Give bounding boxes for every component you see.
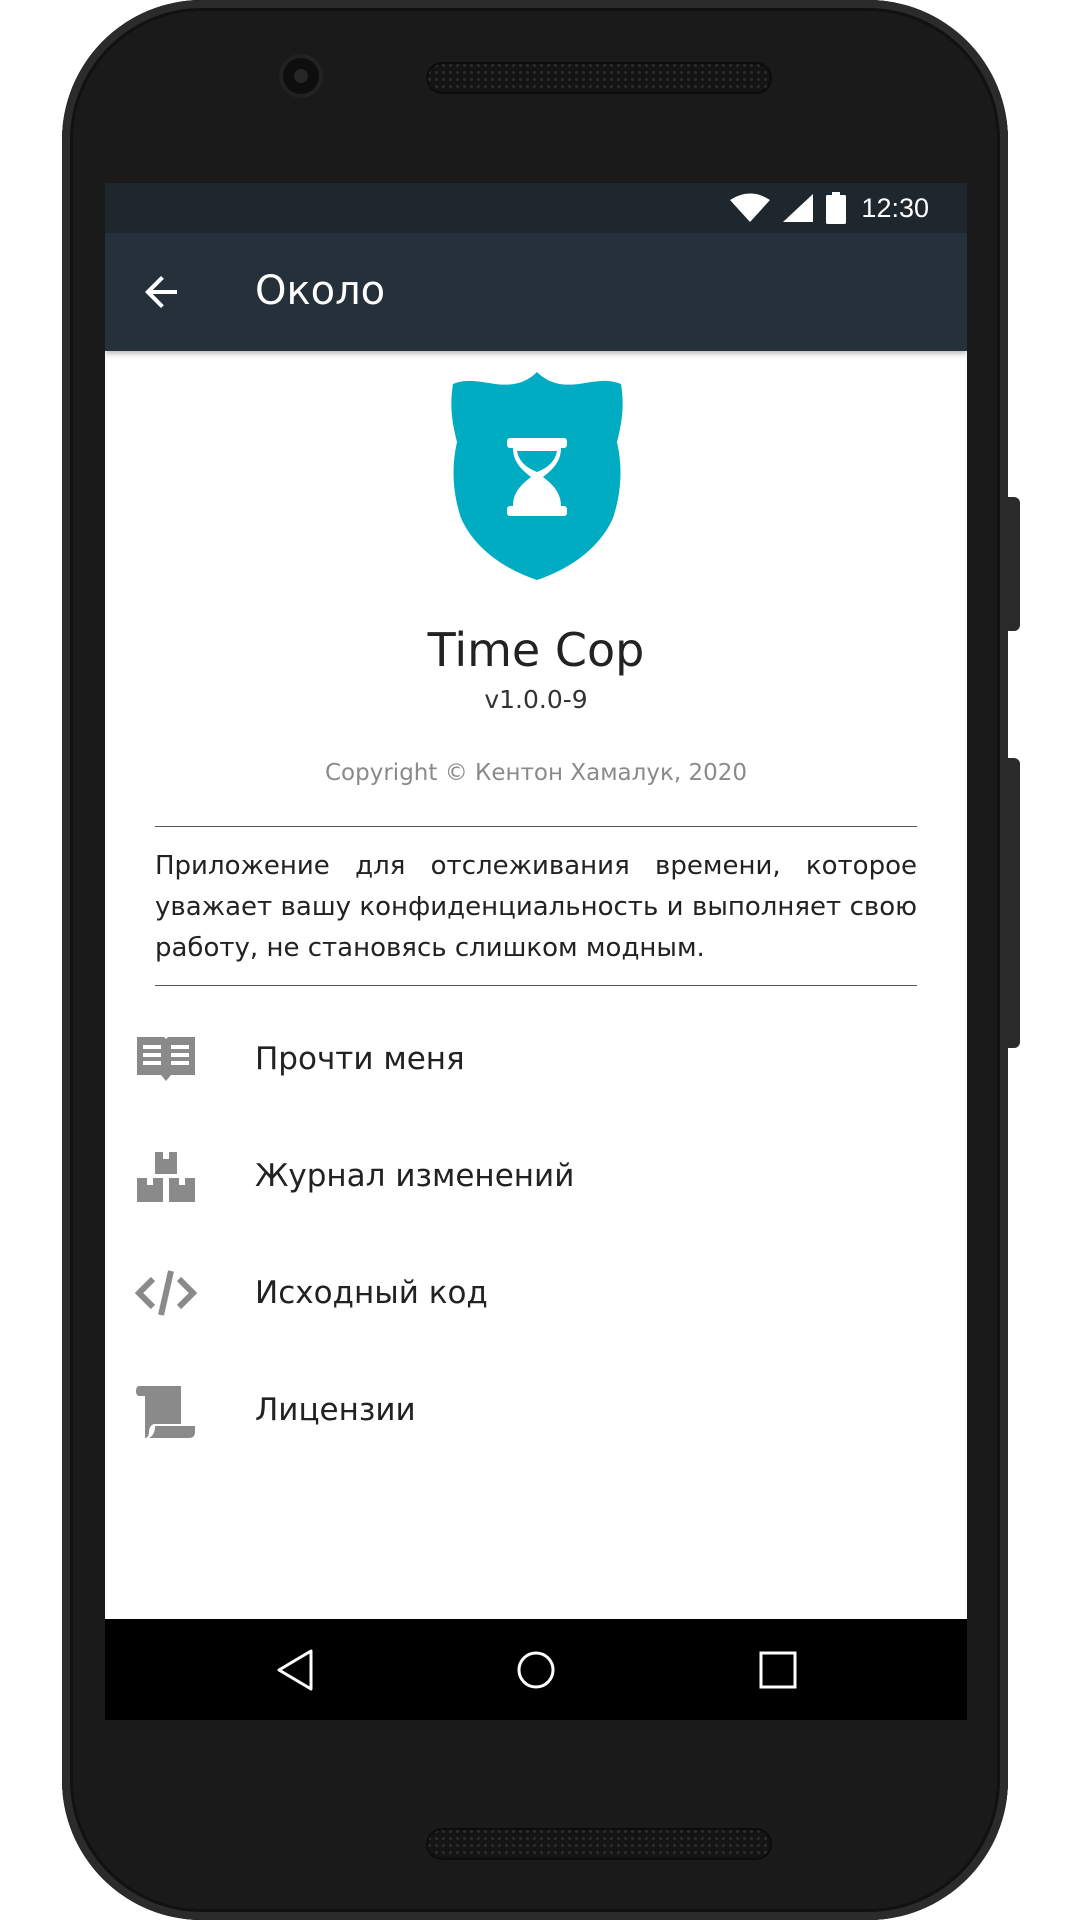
boxes-icon xyxy=(137,1152,195,1202)
menu-label-source-code: Исходный код xyxy=(255,1275,488,1311)
front-camera xyxy=(283,58,319,94)
nav-recents-icon[interactable] xyxy=(753,1645,803,1695)
menu-label-changelog: Журнал изменений xyxy=(255,1158,575,1194)
status-time: 12:30 xyxy=(861,192,929,223)
menu-item-readme[interactable]: Прочти меня xyxy=(105,1003,967,1120)
status-bar: 12:30 xyxy=(105,183,967,233)
shield-hourglass-logo-icon xyxy=(451,372,623,580)
system-nav-bar xyxy=(105,1619,967,1720)
earpiece-speaker xyxy=(426,62,772,94)
menu-item-changelog[interactable]: Журнал изменений xyxy=(105,1120,967,1237)
menu-label-readme: Прочти меня xyxy=(255,1041,465,1077)
divider-bottom xyxy=(155,985,917,986)
menu-item-licenses[interactable]: Лицензии xyxy=(105,1354,967,1471)
menu-item-source-code[interactable]: Исходный код xyxy=(105,1237,967,1354)
wifi-icon xyxy=(730,193,771,222)
menu-label-licenses: Лицензии xyxy=(255,1392,416,1428)
battery-icon xyxy=(826,192,847,224)
app-bar: Около xyxy=(105,233,967,351)
nav-back-icon[interactable] xyxy=(271,1645,321,1695)
page-title: Около xyxy=(255,268,386,314)
copyright-text: Copyright © Кентон Хамалук, 2020 xyxy=(325,760,747,786)
volume-button xyxy=(1008,758,1020,1048)
cell-signal-icon xyxy=(783,194,814,222)
nav-home-icon[interactable] xyxy=(511,1645,561,1695)
app-name: Time Cop xyxy=(427,623,645,677)
app-description: Приложение для отслеживания времени, кот… xyxy=(155,851,917,963)
code-icon xyxy=(135,1270,197,1316)
bottom-speaker xyxy=(426,1828,772,1860)
divider-top xyxy=(155,826,917,827)
back-arrow-icon[interactable] xyxy=(137,268,185,316)
app-version: v1.0.0-9 xyxy=(484,685,588,714)
scroll-icon xyxy=(136,1386,195,1438)
power-button xyxy=(1008,497,1020,631)
about-menu: Прочти меня Журнал изменений Исходный ко… xyxy=(105,1003,967,1471)
book-icon xyxy=(137,1037,195,1081)
status-icons: 12:30 xyxy=(729,191,929,225)
screen: 12:30 Около Time Cop v1.0.0-9 Copyright … xyxy=(105,183,967,1720)
